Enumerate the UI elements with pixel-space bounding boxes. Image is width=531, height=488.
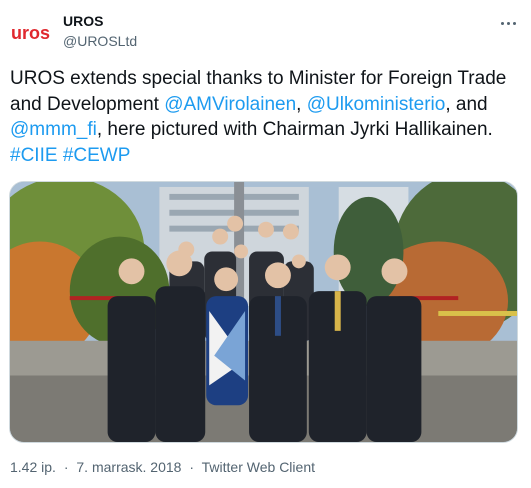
account-handle[interactable]: @UROSLtd (63, 33, 137, 49)
group-photo-image (10, 182, 517, 442)
more-options-icon[interactable] (497, 12, 519, 34)
mention-link[interactable]: @AMVirolainen (164, 94, 296, 115)
uros-logo-icon: uros (11, 23, 50, 43)
separator: · (63, 459, 69, 475)
separator: · (189, 459, 195, 475)
logo-text: uros (11, 23, 50, 43)
tweet-text: UROS extends special thanks to Minister … (10, 66, 515, 168)
tweet-text-segment: , here pictured with Chairman Jyrki Hall… (96, 119, 493, 140)
avatar[interactable]: uros (10, 12, 52, 54)
tweet-time[interactable]: 1.42 ip. (10, 459, 56, 475)
tweet-date[interactable]: 7. marrask. 2018 (76, 459, 181, 475)
hashtag-link[interactable]: #CEWP (63, 145, 131, 166)
display-name[interactable]: UROS (63, 13, 103, 29)
tweet-client[interactable]: Twitter Web Client (202, 459, 315, 475)
tweet-header: uros UROS @UROSLtd (10, 12, 521, 52)
tweet-meta: 1.42 ip. · 7. marrask. 2018 · Twitter We… (10, 459, 315, 475)
tweet-text-segment: , and (445, 93, 488, 115)
mention-link[interactable]: @Ulkoministerio (307, 94, 446, 115)
tweet-text-segment: , (296, 93, 307, 115)
mention-link[interactable]: @mmm_fi (10, 119, 97, 140)
tweet-card: uros UROS @UROSLtd UROS extends special … (0, 0, 531, 488)
tweet-photo[interactable] (9, 181, 518, 443)
hashtag-link[interactable]: #CIIE (10, 145, 58, 166)
